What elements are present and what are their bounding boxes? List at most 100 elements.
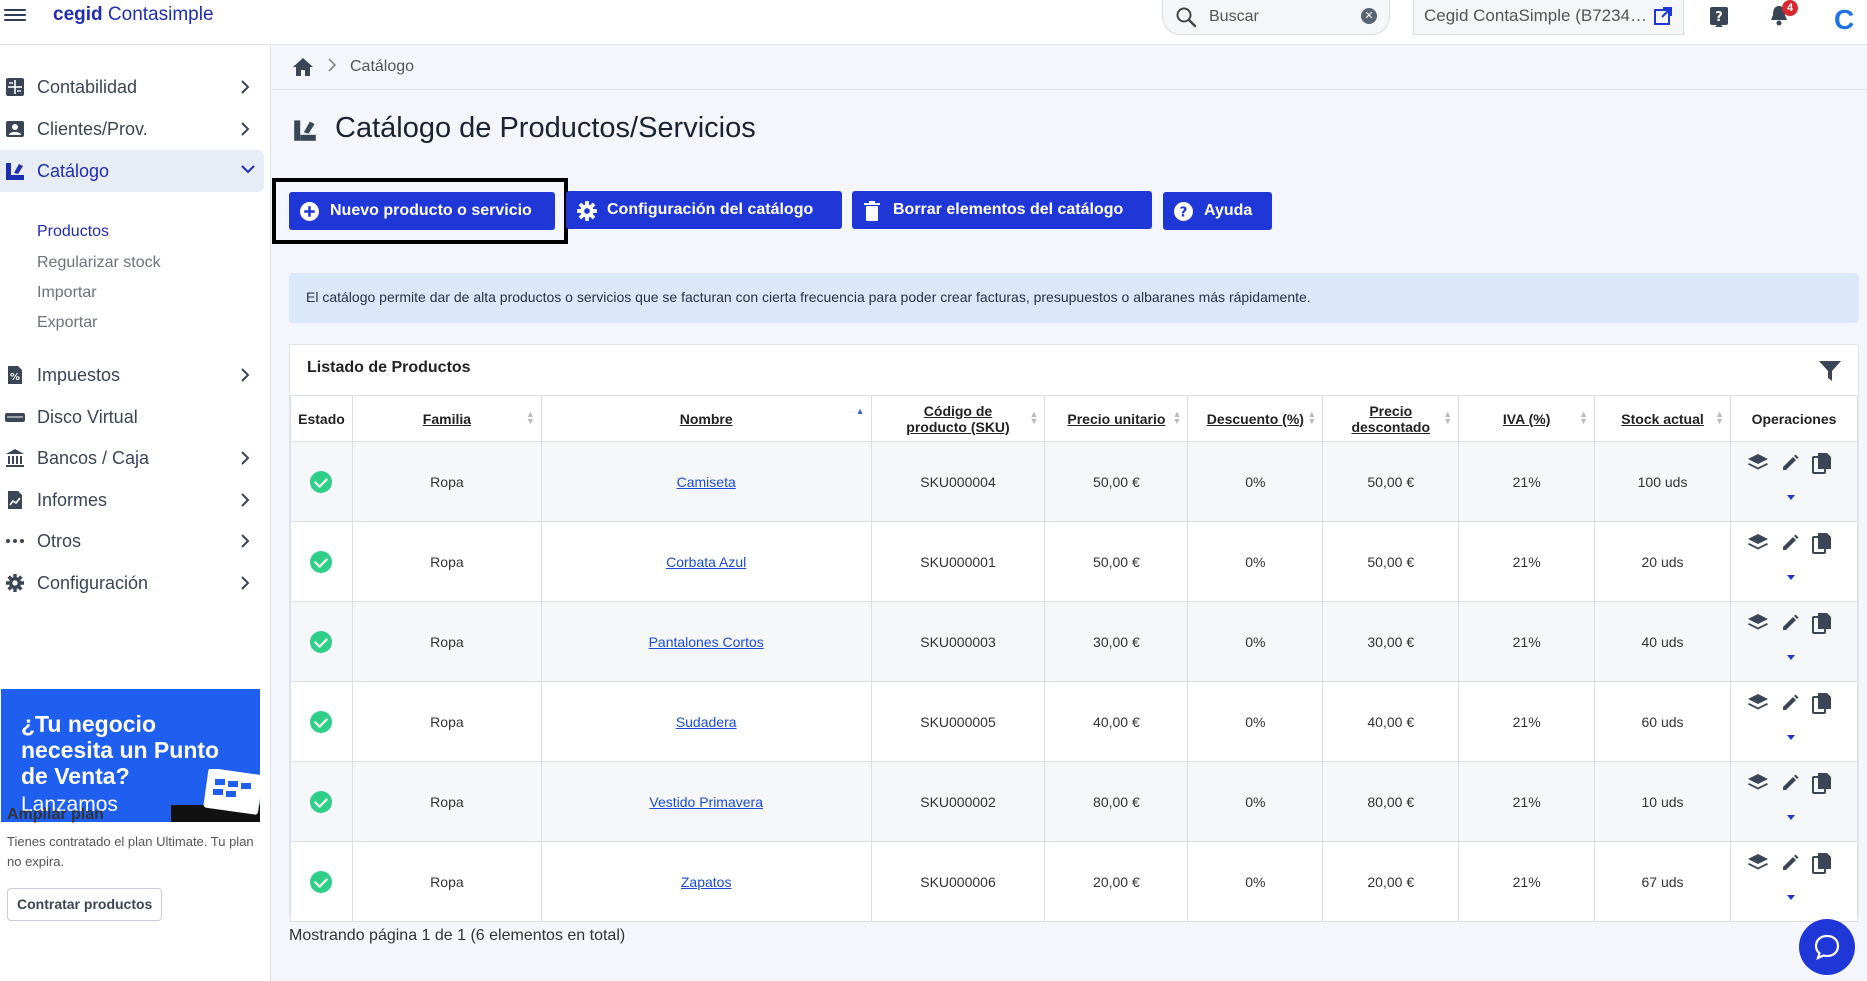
product-name-link[interactable]: Sudadera [676,714,737,730]
breadcrumb: Catálogo [272,45,1867,90]
home-icon[interactable] [292,57,314,77]
col-familia[interactable]: Familia ▲ ▼ [351,395,542,442]
cegid-corner-logo[interactable]: C [1834,4,1854,36]
copy-icon[interactable] [1811,852,1832,874]
familia-cell: Ropa [351,521,542,602]
contract-products-button[interactable]: Contratar productos [7,888,163,921]
stock-cell: 10 uds [1594,761,1731,842]
catalog-config-button[interactable]: Configuración del catálogo [566,191,842,229]
top-bar: cegid Contasimple Buscar ✕ Cegid ContaSi… [0,0,1867,45]
sidebar-item-label: Otros [37,531,82,551]
sidebar-item-contabilidad[interactable]: Contabilidad [0,66,264,108]
sort-icon: ▲ ▼ [1172,409,1182,426]
submenu-regularizar-stock[interactable]: Regularizar stock [37,254,161,272]
descontado-cell: 40,00 € [1322,681,1460,762]
nombre-cell: Sudadera [540,681,872,762]
chat-button[interactable] [1799,919,1855,975]
submenu-importar[interactable]: Importar [37,284,97,302]
sidebar-item-clientes[interactable]: Clientes/Prov. [0,108,264,150]
chevron-down-icon [241,165,255,174]
layers-icon[interactable] [1747,613,1769,633]
descontado-cell: 30,00 € [1322,601,1460,682]
edit-pencil-icon[interactable] [1781,774,1799,792]
caret-down-icon[interactable] [1786,814,1796,822]
caret-down-icon[interactable] [1786,734,1796,742]
copy-icon[interactable] [1811,612,1832,634]
external-link-icon[interactable] [1653,6,1673,26]
promo-banner[interactable]: ¿Tu negocio necesita un Punto de Venta? … [1,689,260,822]
precio-cell: 50,00 € [1044,441,1189,522]
sidebar-item-disco-virtual[interactable]: Disco Virtual [0,396,264,438]
sidebar-item-informes[interactable]: Informes [0,479,264,521]
col-descuento[interactable]: Descuento (%) ▲ ▼ [1187,395,1324,442]
sidebar-item-label: Informes [37,490,108,510]
edit-pencil-icon[interactable] [1781,854,1799,872]
caret-down-icon[interactable] [1786,574,1796,582]
col-iva[interactable]: IVA (%) ▲ ▼ [1458,395,1596,442]
product-name-link[interactable]: Pantalones Cortos [649,634,764,650]
check-circle-icon [310,550,333,573]
sku-cell: SKU000003 [870,601,1046,682]
plan-title: Ampliar plan [7,806,104,823]
sidebar-item-otros[interactable]: Otros [0,520,264,562]
layers-icon[interactable] [1747,773,1769,793]
chevron-right-icon [241,576,250,590]
product-name-link[interactable]: Corbata Azul [666,554,746,570]
edit-pencil-icon[interactable] [1781,694,1799,712]
col-precio[interactable]: Precio unitario ▲ ▼ [1044,395,1189,442]
edit-pencil-icon[interactable] [1781,534,1799,552]
col-sku[interactable]: Código de producto (SKU) ▲ ▼ [870,395,1046,442]
table-row: Ropa Sudadera SKU000005 40,00 € 0% 40,00… [290,681,1859,762]
layers-icon[interactable] [1747,693,1769,713]
check-circle-icon [310,790,333,813]
help-button[interactable]: ? Ayuda [1163,192,1272,230]
chevron-right-icon [241,122,250,136]
search-input[interactable]: Buscar [1209,8,1259,26]
copy-icon[interactable] [1811,692,1832,714]
descuento-cell: 0% [1187,761,1324,842]
submenu-productos[interactable]: Productos [37,223,109,241]
edit-pencil-icon[interactable] [1781,614,1799,632]
col-nombre[interactable]: Nombre ▲ [540,395,872,442]
app-logo[interactable]: cegid Contasimple [53,4,214,26]
descuento-cell: 0% [1187,681,1324,762]
sidebar-item-label: Configuración [37,573,149,593]
operations-cell [1729,761,1859,842]
edit-pencil-icon[interactable] [1781,454,1799,472]
col-operaciones: Operaciones [1729,395,1859,442]
hamburger-menu-icon[interactable] [4,6,26,24]
clear-search-icon[interactable]: ✕ [1361,8,1377,24]
search-box[interactable]: Buscar ✕ [1162,0,1390,35]
caret-down-icon[interactable] [1786,494,1796,502]
sidebar-item-bancos[interactable]: Bancos / Caja [0,437,264,479]
copy-icon[interactable] [1811,532,1832,554]
operations-cell [1729,441,1859,522]
help-icon[interactable]: ? [1709,6,1729,30]
copy-icon[interactable] [1811,772,1832,794]
product-name-link[interactable]: Camiseta [677,474,736,490]
caret-down-icon[interactable] [1786,894,1796,902]
sidebar-item-configuracion[interactable]: Configuración [0,562,264,604]
submenu-exportar[interactable]: Exportar [37,314,97,332]
precio-cell: 80,00 € [1044,761,1189,842]
delete-catalog-items-button[interactable]: Borrar elementos del catálogo [852,191,1152,229]
col-stock[interactable]: Stock actual ▲ ▼ [1594,395,1731,442]
sidebar-item-catalogo[interactable]: Catálogo [0,150,264,192]
new-product-button[interactable]: Nuevo producto o servicio [289,192,555,230]
product-name-link[interactable]: Vestido Primavera [649,794,763,810]
descontado-cell: 50,00 € [1322,521,1460,602]
layers-icon[interactable] [1747,533,1769,553]
copy-icon[interactable] [1811,452,1832,474]
col-descontado[interactable]: Precio descontado ▲ ▼ [1322,395,1460,442]
layers-icon[interactable] [1747,853,1769,873]
sidebar-item-impuestos[interactable]: % Impuestos [0,354,264,396]
familia-cell: Ropa [351,601,542,682]
layers-icon[interactable] [1747,453,1769,473]
company-selector[interactable]: Cegid ContaSimple (B7234… [1413,0,1684,35]
list-title: Listado de Productos [307,359,471,376]
svg-text:?: ? [1715,10,1723,25]
table-row: Ropa Zapatos SKU000006 20,00 € 0% 20,00 … [290,841,1859,922]
caret-down-icon[interactable] [1786,654,1796,662]
filter-icon[interactable] [1818,360,1842,382]
product-name-link[interactable]: Zapatos [681,874,732,890]
